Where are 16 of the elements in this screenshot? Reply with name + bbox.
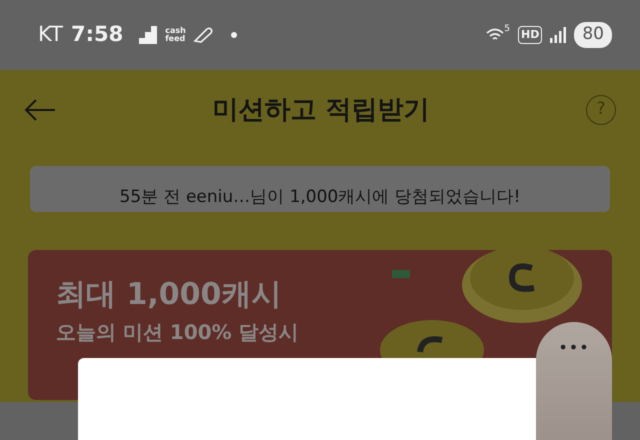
stairs-icon bbox=[139, 26, 158, 44]
battery-indicator: 80 bbox=[574, 22, 612, 48]
page-title: 미션하고 적립받기 bbox=[211, 94, 431, 126]
app-label: cash feed bbox=[165, 27, 187, 43]
signal-icon bbox=[550, 27, 566, 43]
carrier-label: KT bbox=[38, 21, 63, 48]
hd-badge: HD bbox=[518, 26, 542, 44]
dot-icon bbox=[231, 32, 238, 38]
wifi-band-label: 5 bbox=[504, 23, 510, 36]
clock-time: 7:58 bbox=[70, 21, 124, 48]
wifi-icon bbox=[486, 28, 504, 42]
back-arrow-icon[interactable] bbox=[24, 99, 56, 121]
banner-headline: 최대 1,000캐시 bbox=[56, 276, 282, 314]
side-handle[interactable]: ••• bbox=[536, 322, 612, 440]
banner-subline: 오늘의 미션 100% 달성시 bbox=[56, 319, 300, 346]
toast-message: 55분 전 eeniu…님이 1,000캐시에 당첨되었습니다! bbox=[120, 189, 520, 206]
